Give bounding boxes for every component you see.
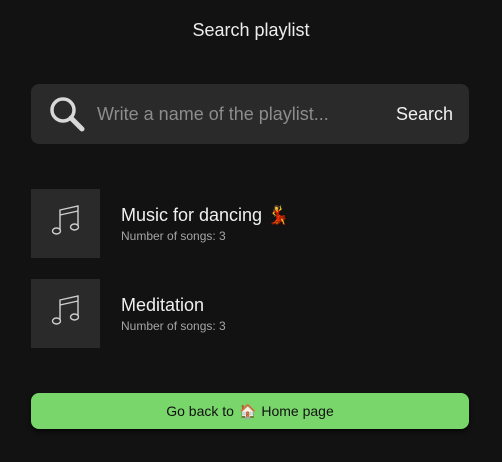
go-back-home-button[interactable]: Go back to 🏠 Home page — [31, 393, 469, 429]
search-input[interactable] — [97, 94, 396, 134]
search-icon — [47, 94, 87, 134]
playlist-item-meditation[interactable]: Meditation Number of songs: 3 — [31, 279, 469, 348]
playlist-item-music-for-dancing[interactable]: Music for dancing 💃 Number of songs: 3 — [31, 189, 469, 258]
music-note-icon — [51, 294, 81, 333]
playlist-song-count: Number of songs: 3 — [121, 229, 226, 243]
playlist-name: Music for dancing — [121, 205, 263, 225]
search-button[interactable]: Search — [396, 104, 453, 125]
playlist-thumbnail — [31, 189, 100, 258]
playlist-thumbnail — [31, 279, 100, 348]
home-button-suffix: Home page — [261, 403, 334, 419]
playlist-name: Meditation — [121, 295, 205, 315]
dancer-emoji-icon: 💃 — [267, 205, 290, 225]
playlist-song-count: Number of songs: 3 — [121, 319, 226, 333]
house-icon: 🏠 — [238, 402, 257, 419]
search-bar: Search — [31, 84, 469, 144]
page-title: Search playlist — [192, 20, 310, 40]
music-note-icon — [51, 204, 81, 243]
home-button-prefix: Go back to — [166, 403, 234, 419]
